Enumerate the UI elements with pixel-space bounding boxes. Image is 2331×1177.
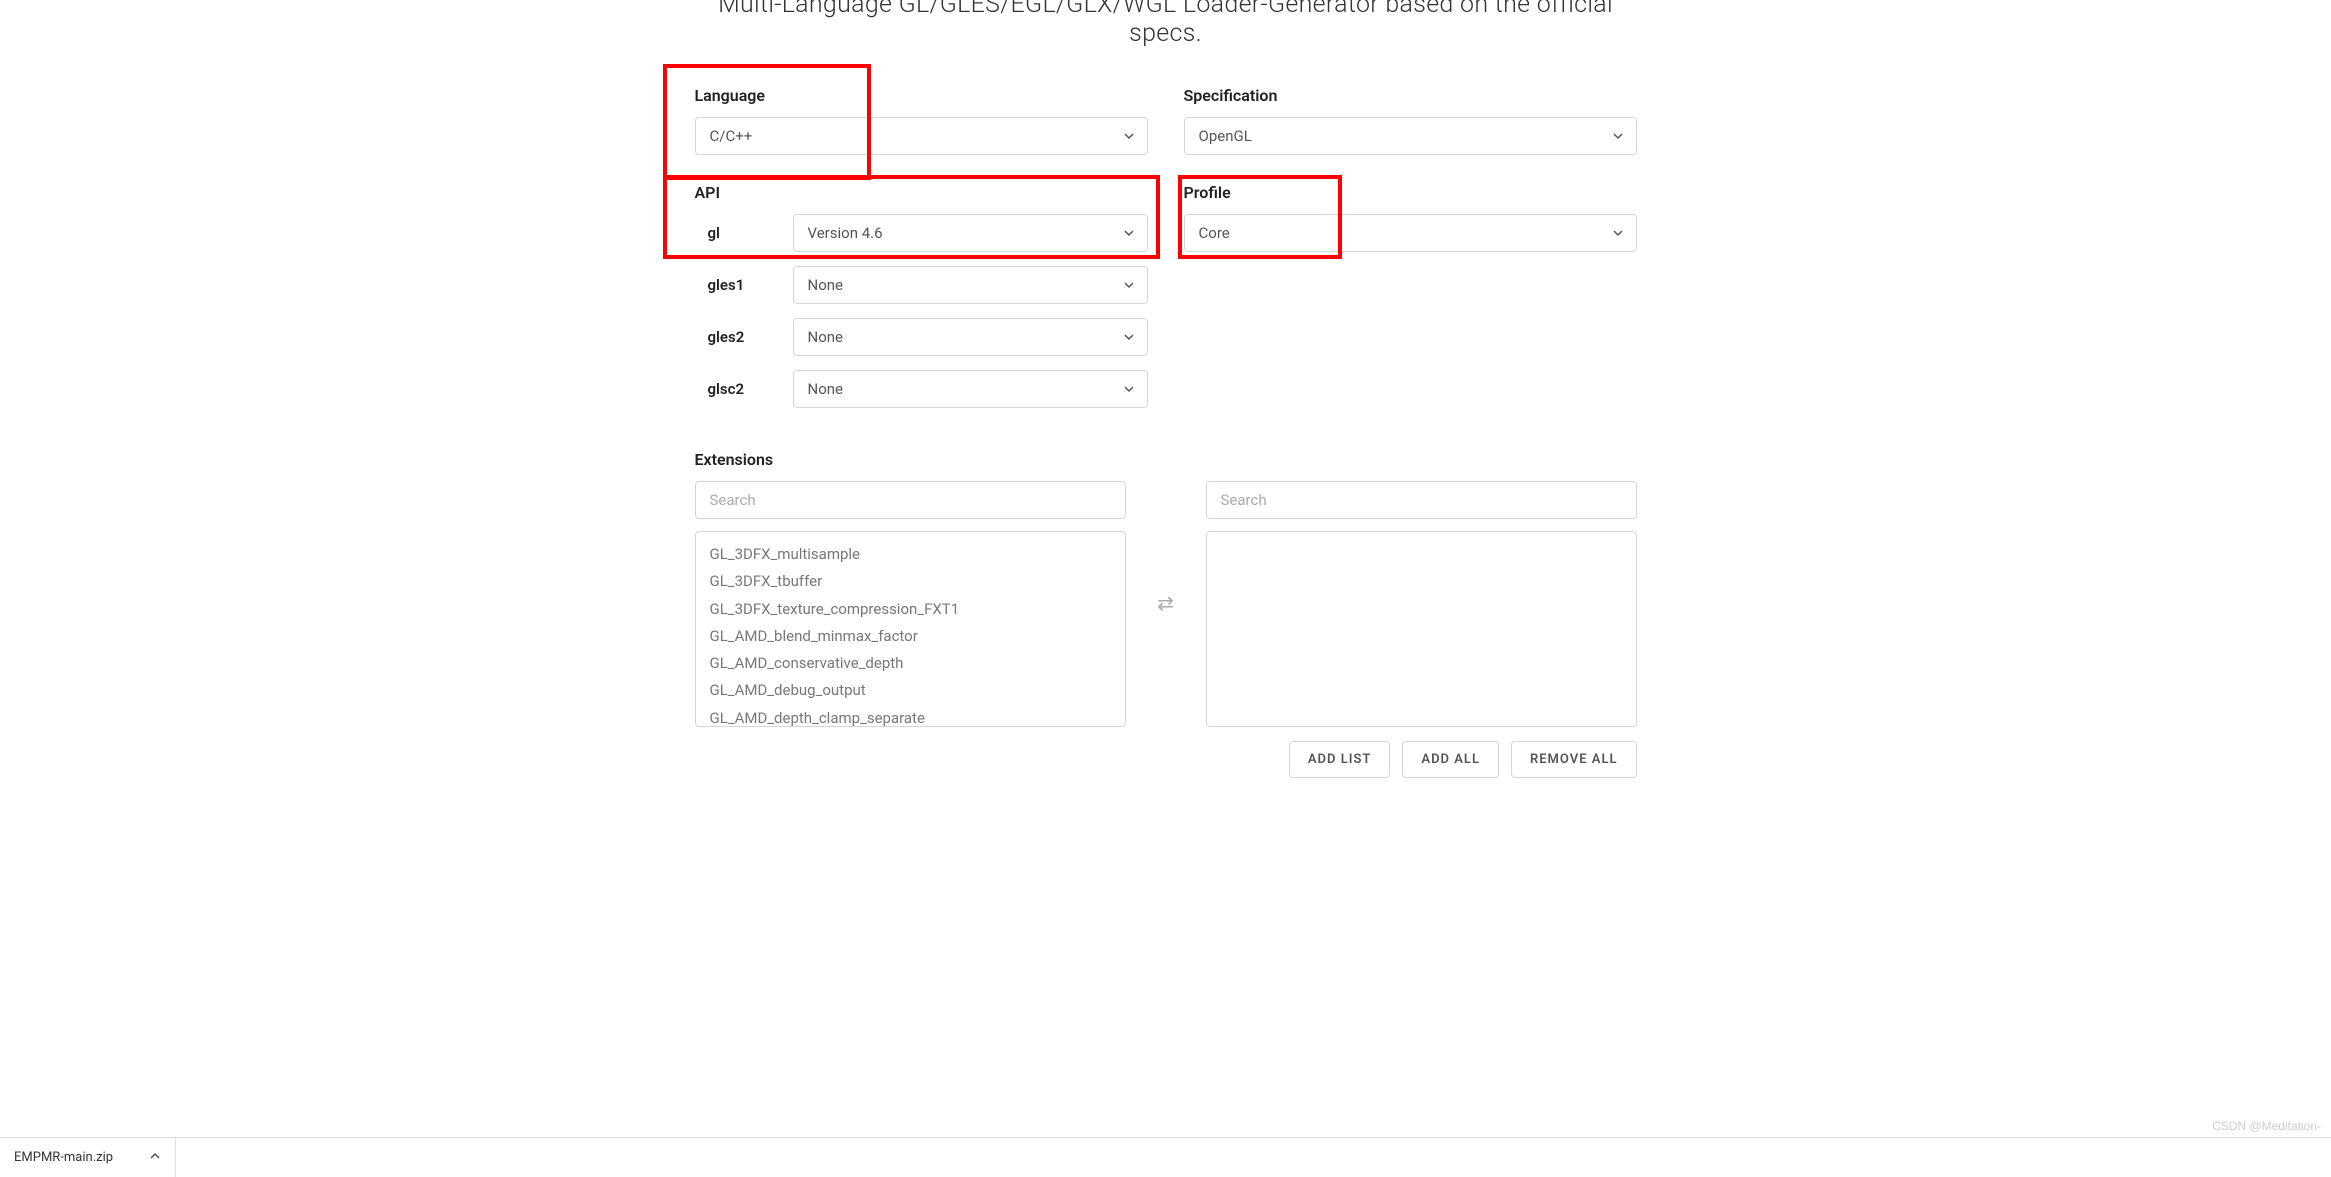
specification-block: Specification OpenGL: [1184, 86, 1637, 155]
api-gles1-label: gles1: [695, 276, 793, 294]
add-list-button[interactable]: ADD LIST: [1289, 741, 1391, 778]
specification-select[interactable]: OpenGL: [1184, 117, 1637, 155]
swap-horizontal-icon: ⇄: [1157, 591, 1174, 615]
ext-item[interactable]: GL_AMD_debug_output: [696, 677, 1125, 704]
profile-select[interactable]: Core: [1184, 214, 1637, 252]
api-gl-select[interactable]: Version 4.6: [793, 214, 1148, 252]
extensions-selected-col: ADD LIST ADD ALL REMOVE ALL: [1206, 481, 1637, 778]
page-subtitle: Multi-Language GL/GLES/EGL/GLX/WGL Loade…: [695, 0, 1637, 48]
extensions-buttons: ADD LIST ADD ALL REMOVE ALL: [1206, 741, 1637, 778]
watermark: CSDN @Meditation-: [2212, 1119, 2321, 1133]
ext-item[interactable]: GL_AMD_conservative_depth: [696, 650, 1125, 677]
api-row-gl: gl Version 4.6: [695, 214, 1148, 252]
ext-item[interactable]: GL_3DFX_texture_compression_FXT1: [696, 596, 1125, 623]
api-block: API gl Version 4.6 gles1 None gles2: [695, 183, 1148, 422]
api-label: API: [695, 183, 1148, 202]
extensions-available-search-input[interactable]: [695, 481, 1126, 519]
language-label: Language: [695, 86, 1148, 105]
extensions-label: Extensions: [695, 450, 1637, 469]
extensions-swap-col: ⇄: [1126, 481, 1206, 615]
ext-item[interactable]: GL_3DFX_multisample: [696, 541, 1125, 568]
api-gles2-select[interactable]: None: [793, 318, 1148, 356]
profile-block: Profile Core: [1184, 183, 1637, 422]
download-item[interactable]: EMPMR-main.zip: [14, 1138, 176, 1177]
ext-item[interactable]: GL_AMD_depth_clamp_separate: [696, 705, 1125, 728]
add-all-button[interactable]: ADD ALL: [1402, 741, 1499, 778]
ext-item[interactable]: GL_3DFX_tbuffer: [696, 568, 1125, 595]
api-row-gles1: gles1 None: [695, 266, 1148, 304]
language-block: Language C/C++: [695, 86, 1148, 155]
profile-label: Profile: [1184, 183, 1637, 202]
extensions-available-col: GL_3DFX_multisample GL_3DFX_tbuffer GL_3…: [695, 481, 1126, 727]
remove-all-button[interactable]: REMOVE ALL: [1511, 741, 1637, 778]
extensions-available-list[interactable]: GL_3DFX_multisample GL_3DFX_tbuffer GL_3…: [695, 531, 1126, 727]
extensions-selected-list[interactable]: [1206, 531, 1637, 727]
api-row-glsc2: glsc2 None: [695, 370, 1148, 408]
api-glsc2-select[interactable]: None: [793, 370, 1148, 408]
api-gl-label: gl: [695, 224, 793, 242]
language-select[interactable]: C/C++: [695, 117, 1148, 155]
download-bar: EMPMR-main.zip: [0, 1137, 2331, 1177]
api-gles1-select[interactable]: None: [793, 266, 1148, 304]
extensions-section: Extensions GL_3DFX_multisample GL_3DFX_t…: [695, 450, 1637, 778]
extensions-selected-search-input[interactable]: [1206, 481, 1637, 519]
api-gles2-label: gles2: [695, 328, 793, 346]
api-row-gles2: gles2 None: [695, 318, 1148, 356]
chevron-up-icon: [149, 1150, 161, 1166]
specification-label: Specification: [1184, 86, 1637, 105]
ext-item[interactable]: GL_AMD_blend_minmax_factor: [696, 623, 1125, 650]
download-filename: EMPMR-main.zip: [14, 1150, 113, 1165]
api-glsc2-label: glsc2: [695, 380, 793, 398]
